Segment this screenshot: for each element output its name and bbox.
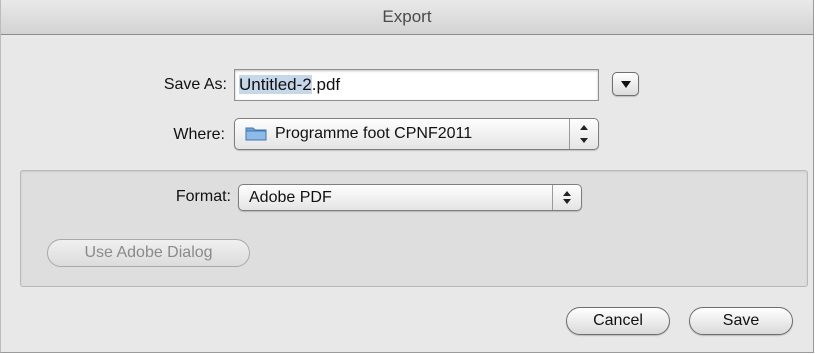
cancel-button[interactable]: Cancel xyxy=(566,307,670,335)
popup-arrows-icon xyxy=(552,185,581,210)
folder-icon xyxy=(245,127,267,141)
format-popup[interactable]: Adobe PDF xyxy=(238,184,582,211)
popup-arrows-icon xyxy=(569,119,598,149)
where-popup[interactable]: Programme foot CPNF2011 xyxy=(234,118,599,150)
export-dialog: Export Save As: Untitled-2.pdf Where: Pr… xyxy=(0,0,814,353)
format-label: Format: xyxy=(175,188,231,205)
expand-browser-button[interactable] xyxy=(612,72,639,96)
window-title: Export xyxy=(382,7,432,26)
save-button[interactable]: Save xyxy=(689,307,793,335)
format-value: Adobe PDF xyxy=(249,189,332,206)
where-folder-name: Programme foot CPNF2011 xyxy=(275,125,473,142)
save-as-input[interactable]: Untitled-2.pdf xyxy=(234,69,599,101)
use-adobe-dialog-button[interactable]: Use Adobe Dialog xyxy=(47,239,250,267)
save-as-label: Save As: xyxy=(163,76,227,93)
filename-extension-text: .pdf xyxy=(311,75,341,94)
title-bar: Export xyxy=(1,0,813,35)
filename-selected-text: Untitled-2 xyxy=(239,75,312,94)
where-label: Where: xyxy=(173,126,225,143)
